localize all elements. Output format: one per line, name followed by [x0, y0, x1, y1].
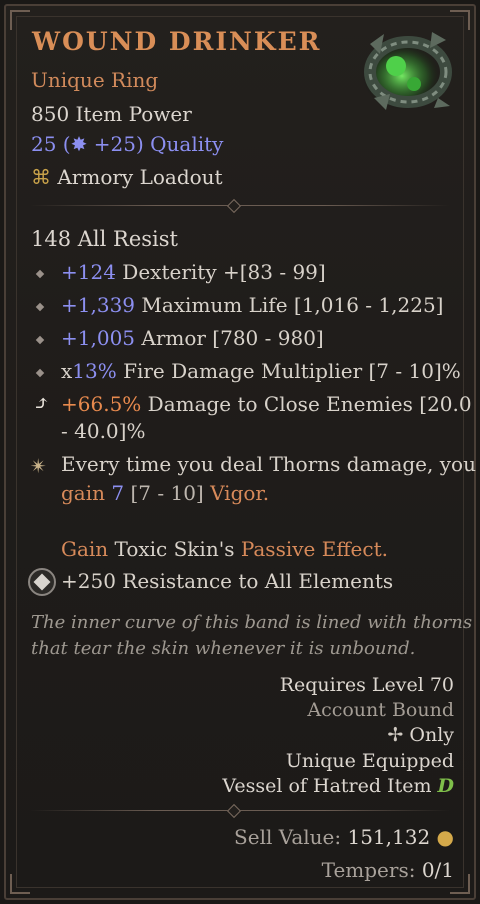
vessel-of-hatred-item: Vessel of Hatred Item D	[222, 775, 454, 797]
passive-effect: Gain Toxic Skin's Passive Effect.	[61, 537, 388, 561]
affix-armor: +1,005 Armor [780 - 980]	[61, 326, 324, 350]
vessel-label: Vessel of Hatred Item	[222, 775, 432, 797]
affix-close-enemies-cont: - 40.0]%	[61, 419, 146, 443]
socket-bonus: +250 Resistance to All Elements	[61, 569, 394, 593]
unique-text: Vigor.	[210, 481, 270, 505]
class-restriction-label: Only	[409, 724, 454, 746]
affix-prefix: x	[61, 359, 73, 383]
quality-star-icon: ✸	[70, 132, 88, 156]
item-name: WOUND DRINKER	[32, 27, 322, 56]
affix-text: Damage to Close Enemies [20.0	[147, 392, 472, 416]
quality-label: Quality	[150, 132, 224, 156]
affix-value-greater: +66.5%	[61, 392, 142, 416]
item-type: Unique Ring	[31, 68, 159, 92]
tempers-value: 0/1	[421, 858, 454, 882]
unique-text: gain	[61, 481, 106, 505]
passive-text: Gain	[61, 537, 109, 561]
corner-ornament	[10, 874, 30, 894]
lore-line2: that tear the skin whenever it is unboun…	[31, 638, 416, 659]
base-stat: 148 All Resist	[31, 227, 178, 251]
unique-effect-line1: Every time you deal Thorns damage, you	[61, 452, 476, 476]
tempers: Tempers: 0/1	[322, 858, 454, 882]
armory-loadout-label: Armory Loadout	[57, 165, 223, 189]
passive-skill: Toxic Skin's	[114, 537, 235, 561]
affix-fire-damage-multiplier: x13% Fire Damage Multiplier [7 - 10]%	[61, 359, 461, 383]
affix-text: Armor [780 - 980]	[141, 326, 324, 350]
lore-line1: The inner curve of this band is lined wi…	[31, 612, 473, 633]
passive-text: Passive Effect.	[240, 537, 388, 561]
unique-value: 7	[111, 481, 125, 505]
sell-value-label: Sell Value:	[234, 825, 342, 849]
greater-affix-icon: ⤴	[33, 391, 50, 415]
required-level: Requires Level 70	[279, 674, 454, 696]
armory-loadout[interactable]: ⌘ Armory Loadout	[31, 165, 223, 189]
affix-text: Fire Damage Multiplier [7 - 10]%	[123, 359, 461, 383]
unique-range: [7 - 10]	[130, 481, 204, 505]
unique-equipped: Unique Equipped	[285, 750, 454, 772]
vessel-of-hatred-icon: D	[437, 775, 454, 797]
unique-effect-line2: gain 7 [7 - 10] Vigor.	[61, 481, 269, 505]
affix-value: 13%	[72, 359, 117, 383]
class-icon: ✢	[387, 724, 404, 746]
quality-bonus: +25	[93, 132, 136, 156]
affix-text: Maximum Life [1,016 - 1,225]	[141, 293, 444, 317]
item-quality: 25 (✸ +25) Quality	[31, 132, 224, 156]
item-power: 850 Item Power	[31, 102, 192, 126]
ring-item-icon	[362, 32, 452, 110]
affix-value: +1,339	[61, 293, 136, 317]
sell-value-amount: 151,132	[347, 825, 431, 849]
gem-socket-icon	[28, 568, 56, 596]
affix-text: Dexterity +[83 - 99]	[122, 260, 326, 284]
affix-dexterity: +124 Dexterity +[83 - 99]	[61, 260, 326, 284]
affix-value: +124	[61, 260, 116, 284]
armory-loadout-icon: ⌘	[31, 165, 51, 189]
sell-value: Sell Value: 151,132 ●	[234, 825, 454, 849]
account-bound: Account Bound	[307, 699, 454, 721]
affix-close-enemies: +66.5% Damage to Close Enemies [20.0	[61, 392, 472, 416]
gold-coin-icon: ●	[436, 825, 454, 849]
corner-ornament	[10, 10, 30, 30]
unique-power-icon: ✴	[30, 454, 47, 478]
affix-maximum-life: +1,339 Maximum Life [1,016 - 1,225]	[61, 293, 443, 317]
affix-value: +1,005	[61, 326, 136, 350]
tempers-label: Tempers:	[321, 858, 416, 882]
quality-value: 25	[31, 132, 57, 156]
class-restriction: ✢ Only	[387, 724, 454, 746]
